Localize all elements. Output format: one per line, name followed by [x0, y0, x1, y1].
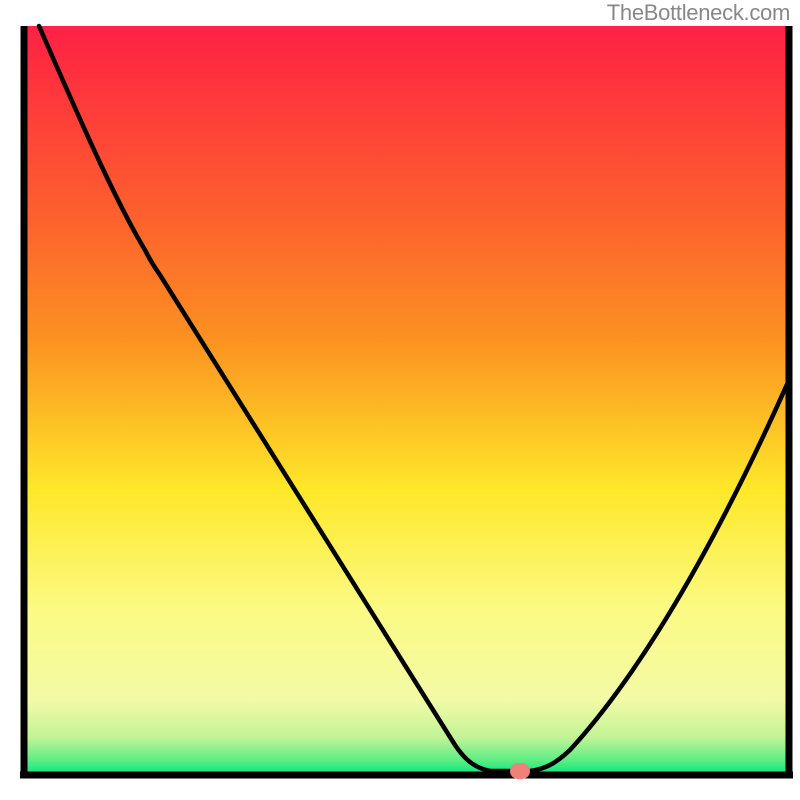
chart-container: TheBottleneck.com: [0, 0, 800, 800]
valley-marker: [510, 763, 530, 779]
bottleneck-chart: [0, 0, 800, 800]
watermark-text: TheBottleneck.com: [607, 0, 790, 26]
gradient-background: [24, 26, 789, 775]
